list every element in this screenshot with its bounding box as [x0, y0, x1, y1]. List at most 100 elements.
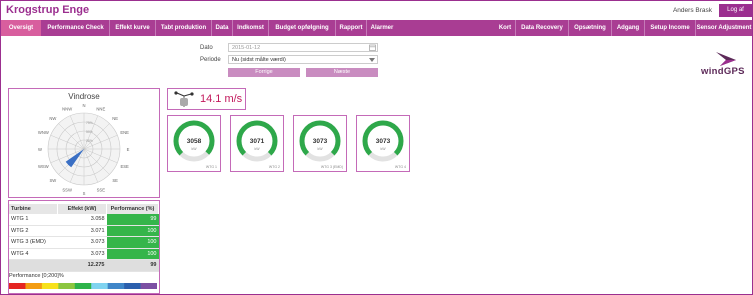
direction-label: NNE [96, 106, 105, 111]
legend-swatch [9, 283, 26, 289]
total-performance: 99 [106, 259, 159, 272]
direction-label: SSW [62, 188, 72, 193]
period-select[interactable]: Nu (sidst målte værdi) [228, 55, 378, 64]
table-row[interactable]: WTG 1 3.058 99 [9, 214, 159, 226]
gauge-value: 3073 [313, 138, 328, 145]
next-button[interactable]: Næste [306, 68, 378, 77]
site-title: Krogstrup Enge [6, 4, 90, 16]
turbine-gauge-card[interactable]: 3071 kW WTG 2 [230, 115, 284, 172]
direction-label: ENE [120, 130, 129, 135]
total-effect: 12.275 [57, 259, 107, 272]
nav-effekt-kurve[interactable]: Effekt kurve [110, 20, 155, 36]
legend-swatch [58, 283, 76, 289]
effect-value: 3.058 [57, 214, 107, 226]
column-header[interactable]: Turbine [9, 204, 58, 214]
direction-label: S [83, 191, 86, 196]
nav-adgang[interactable]: Adgang [612, 20, 644, 36]
nav-indkomst[interactable]: Indkomst [233, 20, 268, 36]
turbine-gauge-card[interactable]: 3073 kW WTG 4 [356, 115, 410, 172]
direction-label: NNW [62, 106, 72, 111]
gauge-value: 3073 [376, 138, 391, 145]
turbine-name: WTG 4 [9, 248, 58, 260]
previous-button[interactable]: Forrige [228, 68, 300, 77]
legend-swatch [91, 283, 108, 289]
table-row[interactable]: WTG 2 3.071 100 [9, 225, 159, 237]
gauge-unit: kW [380, 147, 386, 151]
nav-rapport[interactable]: Rapport [336, 20, 366, 36]
ring-label: 25% [86, 139, 93, 143]
table-row[interactable]: WTG 3 (EMD) 3.073 100 [9, 236, 159, 249]
table-total-row: 12.275 99 [9, 259, 159, 272]
gauge-turbine-label: WTG 1 [206, 165, 217, 169]
windrose-panel: Vindrose N NNE NE ENE E ESE SE SSE S SSW SW WSW W WNW… [8, 88, 160, 198]
gauge-turbine-label: WTG 2 [269, 165, 280, 169]
anemometer-icon [174, 91, 194, 107]
power-gauge: 3071 kW WTG 2 [236, 120, 280, 169]
nav-tabt-produktion[interactable]: Tabt produktion [156, 20, 211, 36]
direction-label: SE [112, 178, 118, 183]
turbine-name: WTG 1 [9, 214, 58, 226]
power-gauge: 3073 kW WTG 3 (EMD) [299, 120, 343, 169]
performance-legend-label: Performance [0;200]% [9, 273, 64, 279]
gauge-turbine-label: WTG 4 [395, 165, 406, 169]
direction-label: SW [50, 178, 57, 183]
legend-swatch [41, 283, 59, 289]
direction-label: WSW [38, 164, 49, 169]
date-input[interactable]: 2015-01-12 [228, 43, 378, 52]
windgps-logo: windGPS [701, 66, 745, 77]
nav-performance-check[interactable]: Performance Check [42, 20, 109, 36]
chevron-down-icon [369, 58, 375, 62]
direction-label: WNW [38, 130, 49, 135]
effect-value: 3.073 [57, 248, 107, 260]
direction-label: N [82, 103, 85, 108]
wind-speed-box: 14.1 m/s [167, 88, 246, 110]
user-name: Anders Brask [672, 7, 712, 14]
performance-value: 100 [106, 248, 159, 260]
effect-value: 3.073 [57, 236, 107, 249]
nav-data[interactable]: Data [212, 20, 232, 36]
direction-label: NE [112, 116, 118, 121]
table-row[interactable]: WTG 4 3.073 100 [9, 248, 159, 260]
performance-table: Turbine Effekt (kW) Performance (%) WTG … [9, 204, 159, 272]
nav-opsaetning[interactable]: Opsætning [569, 20, 611, 36]
power-gauge: 3058 kW WTG 1 [173, 120, 217, 169]
legend-swatch [74, 283, 92, 289]
windrose-chart: N NNE NE ENE E ESE SE SSE S SSW SW WSW W WNW NW NNW 25% 5… [38, 103, 130, 196]
gauge-unit: kW [191, 147, 197, 151]
calendar-icon[interactable] [369, 44, 376, 51]
performance-value: 100 [106, 225, 159, 237]
ring-label: 50% [86, 130, 93, 134]
gauge-unit: kW [254, 147, 260, 151]
power-gauge: 3073 kW WTG 4 [362, 120, 406, 169]
ring-label: 75% [86, 121, 93, 125]
legend-swatch [107, 283, 125, 289]
gauge-value: 3058 [187, 138, 202, 145]
nav-kort[interactable]: Kort [495, 20, 515, 36]
nav-budget-opfolgning[interactable]: Budget opfølgning [269, 20, 335, 36]
logout-button[interactable]: Log af [719, 4, 752, 17]
main-nav: Oversigt Performance Check Effekt kurve … [1, 20, 752, 36]
column-header[interactable]: Performance (%) [106, 204, 159, 214]
nav-sensor-adjustment[interactable]: Sensor Adjustment [696, 20, 752, 36]
turbine-gauge-card[interactable]: 3073 kW WTG 3 (EMD) [293, 115, 347, 172]
direction-label: ESE [120, 164, 129, 169]
nav-alarmer[interactable]: Alarmer [367, 20, 397, 36]
column-header[interactable]: Effekt (kW) [57, 204, 107, 214]
total-label [9, 259, 58, 272]
nav-data-recovery[interactable]: Data Recovery [516, 20, 568, 36]
legend-swatch [140, 283, 157, 289]
top-bar: Krogstrup Enge Anders Brask Log af [1, 1, 752, 20]
date-label: Dato [200, 45, 213, 51]
direction-label: W [38, 147, 42, 152]
gauge-value: 3071 [250, 138, 265, 145]
wind-speed-value: 14.1 m/s [200, 93, 243, 105]
turbine-gauge-card[interactable]: 3058 kW WTG 1 [167, 115, 221, 172]
period-label: Periode [200, 57, 221, 63]
legend-swatch [124, 283, 141, 289]
performance-legend-bar [9, 283, 157, 289]
direction-label: NW [49, 116, 56, 121]
effect-value: 3.071 [57, 225, 107, 237]
nav-setup-income[interactable]: Setup Income [645, 20, 695, 36]
direction-label: SSE [97, 188, 106, 193]
nav-oversigt[interactable]: Oversigt [1, 20, 41, 36]
